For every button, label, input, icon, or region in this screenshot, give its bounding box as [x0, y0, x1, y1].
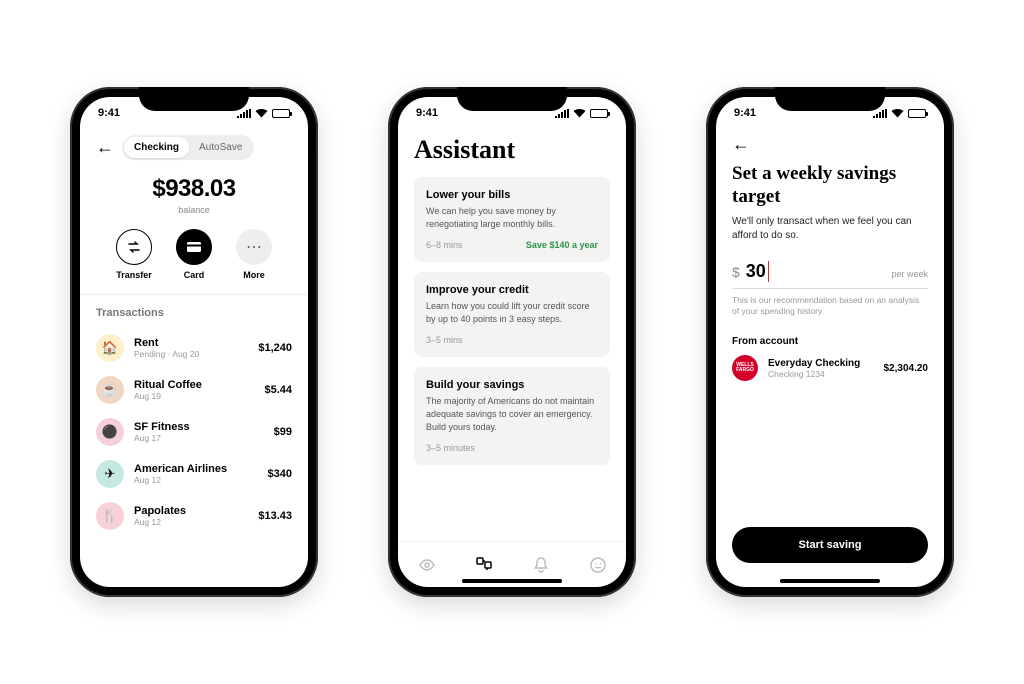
card-title: Lower your bills	[426, 189, 598, 201]
action-transfer-label: Transfer	[116, 270, 152, 280]
assistant-title: Assistant	[414, 135, 610, 165]
home-indicator[interactable]	[780, 579, 880, 583]
transaction-icon: 🏠	[96, 334, 124, 362]
card-desc: Learn how you could lift your credit sco…	[426, 300, 598, 325]
card-save: Save $140 a year	[526, 240, 598, 250]
status-time: 9:41	[98, 107, 120, 119]
recommendation-hint: This is our recommendation based on an a…	[732, 295, 928, 319]
bank-logo-icon: WELLS FARGO	[732, 355, 758, 381]
back-arrow-icon[interactable]: ←	[732, 134, 750, 155]
action-card-label: Card	[184, 270, 205, 280]
transaction-amount: $1,240	[258, 342, 292, 354]
transactions-title: Transactions	[96, 307, 292, 319]
phone-assistant: 9:41 Assistant Lower your bills We can he…	[388, 87, 636, 597]
card-time: 3–5 minutes	[426, 443, 475, 453]
transaction-row[interactable]: ☕ Ritual CoffeeAug 19 $5.44	[96, 369, 292, 411]
status-time: 9:41	[416, 107, 438, 119]
home-indicator[interactable]	[462, 579, 562, 583]
tab-assistant-icon[interactable]	[474, 555, 494, 575]
transaction-row[interactable]: ✈︎ American AirlinesAug 12 $340	[96, 453, 292, 495]
phone-savings-target: 9:41 ← Set a weekly savings target We'll…	[706, 87, 954, 597]
card-time: 3–5 mins	[426, 335, 463, 345]
transaction-amount: $13.43	[258, 510, 292, 522]
transaction-name: Ritual Coffee	[134, 379, 254, 391]
notch	[139, 87, 249, 111]
period-label: per week	[891, 269, 928, 279]
transaction-name: Papolates	[134, 505, 248, 517]
notch	[457, 87, 567, 111]
account-row[interactable]: WELLS FARGO Everyday Checking Checking 1…	[732, 355, 928, 381]
balance-block: $938.03 balance	[96, 175, 292, 215]
transaction-row[interactable]: 🍴 PapolatesAug 12 $13.43	[96, 495, 292, 537]
balance-amount: $938.03	[96, 175, 292, 203]
assistant-card[interactable]: Build your savings The majority of Americ…	[414, 367, 610, 465]
transfer-icon	[116, 229, 152, 265]
wifi-icon	[891, 108, 904, 118]
transaction-icon: 🍴	[96, 502, 124, 530]
signal-icon	[237, 109, 251, 118]
transaction-sub: Aug 19	[134, 391, 254, 401]
battery-icon	[908, 109, 926, 118]
status-time: 9:41	[734, 107, 756, 119]
signal-icon	[555, 109, 569, 118]
account-sub: Checking 1234	[768, 369, 874, 379]
action-more[interactable]: ⋯ More	[236, 229, 272, 280]
card-time: 6–8 mins	[426, 240, 463, 250]
card-title: Build your savings	[426, 379, 598, 391]
wifi-icon	[255, 108, 268, 118]
account-balance: $2,304.20	[884, 363, 929, 374]
back-arrow-icon[interactable]: ←	[96, 137, 114, 158]
tab-autosave[interactable]: AutoSave	[189, 137, 252, 158]
transaction-icon: ✈︎	[96, 460, 124, 488]
transaction-row[interactable]: ⚫ SF FitnessAug 17 $99	[96, 411, 292, 453]
tab-checking[interactable]: Checking	[124, 137, 189, 158]
transaction-icon: ⚫	[96, 418, 124, 446]
account-tab-bar: Checking AutoSave	[122, 135, 254, 160]
tab-eye-icon[interactable]	[417, 555, 437, 575]
transaction-name: Rent	[134, 337, 248, 349]
transaction-icon: ☕	[96, 376, 124, 404]
phone-checking: 9:41 ← Checking AutoSave $938.03 balance	[70, 87, 318, 597]
savings-subtitle: We'll only transact when we feel you can…	[732, 215, 928, 243]
battery-icon	[590, 109, 608, 118]
tab-face-icon[interactable]	[588, 555, 608, 575]
transaction-sub: Aug 17	[134, 433, 264, 443]
from-account-label: From account	[732, 336, 928, 347]
balance-label: balance	[96, 205, 292, 215]
start-saving-button[interactable]: Start saving	[732, 527, 928, 563]
card-desc: We can help you save money by renegotiat…	[426, 205, 598, 230]
transaction-sub: Aug 12	[134, 475, 258, 485]
tab-bell-icon[interactable]	[531, 555, 551, 575]
signal-icon	[873, 109, 887, 118]
notch	[775, 87, 885, 111]
amount-input-row[interactable]: $ 30 per week	[732, 261, 928, 289]
transaction-name: American Airlines	[134, 463, 258, 475]
account-name: Everyday Checking	[768, 358, 874, 369]
action-transfer[interactable]: Transfer	[116, 229, 152, 280]
transaction-amount: $99	[274, 426, 292, 438]
transaction-name: SF Fitness	[134, 421, 264, 433]
divider	[80, 294, 308, 295]
card-icon	[176, 229, 212, 265]
card-title: Improve your credit	[426, 284, 598, 296]
transaction-sub: Aug 12	[134, 517, 248, 527]
transaction-amount: $340	[268, 468, 292, 480]
action-card[interactable]: Card	[176, 229, 212, 280]
card-desc: The majority of Americans do not maintai…	[426, 395, 598, 433]
transaction-sub: Pending · Aug 20	[134, 349, 248, 359]
savings-title: Set a weekly savings target	[732, 163, 928, 209]
action-more-label: More	[243, 270, 265, 280]
amount-value[interactable]: 30	[746, 261, 769, 282]
wifi-icon	[573, 108, 586, 118]
assistant-card[interactable]: Lower your bills We can help you save mon…	[414, 177, 610, 262]
currency-symbol: $	[732, 264, 740, 280]
more-icon: ⋯	[236, 229, 272, 265]
assistant-card[interactable]: Improve your credit Learn how you could l…	[414, 272, 610, 357]
transaction-row[interactable]: 🏠 RentPending · Aug 20 $1,240	[96, 327, 292, 369]
transaction-amount: $5.44	[264, 384, 292, 396]
battery-icon	[272, 109, 290, 118]
